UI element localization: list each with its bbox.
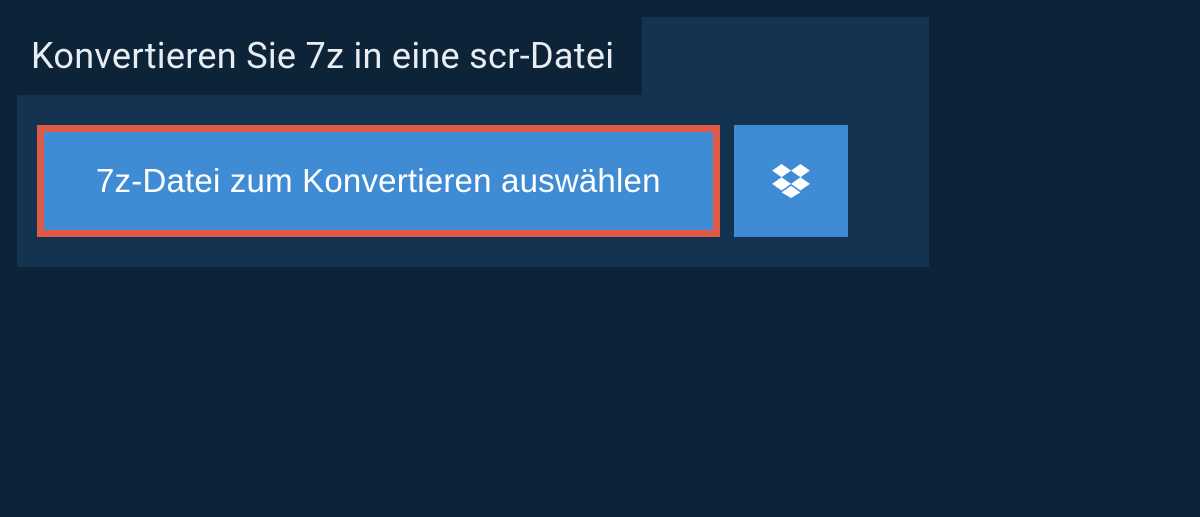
page-title: Konvertieren Sie 7z in eine scr-Datei bbox=[31, 35, 614, 77]
heading-wrapper: Konvertieren Sie 7z in eine scr-Datei bbox=[17, 17, 642, 95]
select-file-highlight: 7z-Datei zum Konvertieren auswählen bbox=[37, 125, 720, 237]
select-file-button[interactable]: 7z-Datei zum Konvertieren auswählen bbox=[44, 132, 713, 230]
action-row: 7z-Datei zum Konvertieren auswählen bbox=[17, 95, 929, 267]
converter-panel: Konvertieren Sie 7z in eine scr-Datei 7z… bbox=[17, 17, 929, 267]
dropbox-button[interactable] bbox=[734, 125, 848, 237]
dropbox-icon bbox=[772, 164, 810, 198]
